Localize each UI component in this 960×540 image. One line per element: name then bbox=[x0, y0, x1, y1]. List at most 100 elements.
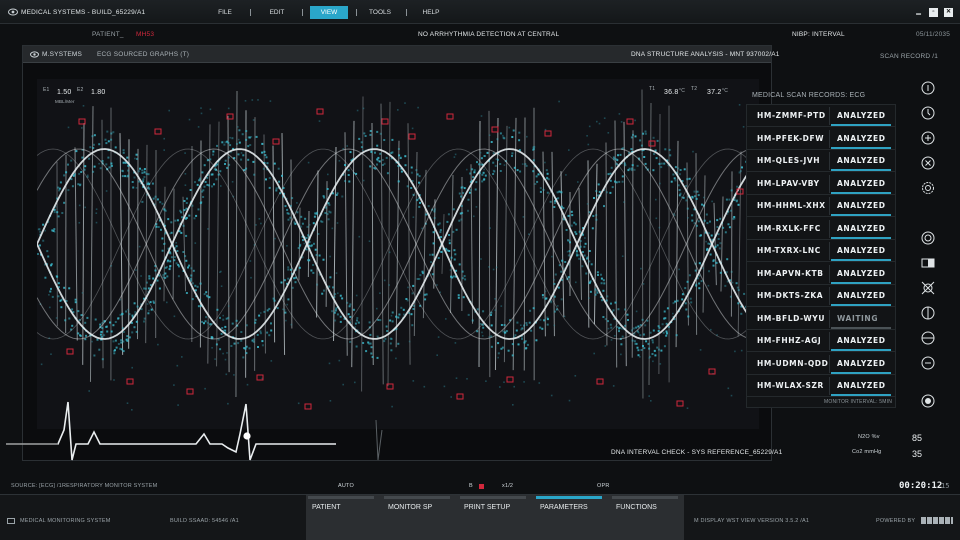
monitor-header: M.SYSTEMS ECG SOURCED GRAPHS (T) DNA STR… bbox=[23, 46, 779, 63]
cancel-icon[interactable] bbox=[920, 155, 936, 171]
phase-icon[interactable] bbox=[920, 305, 936, 321]
ecg-trace bbox=[6, 401, 383, 461]
interval-check-label: DNA INTERVAL CHECK - SYS REFERENCE_65229… bbox=[611, 449, 783, 456]
maximize-button[interactable]: ▫ bbox=[929, 8, 938, 17]
menu-view[interactable]: VIEW bbox=[310, 6, 348, 19]
record-row[interactable]: HM-HHML-XHX ANALYZED bbox=[747, 195, 895, 217]
record-row[interactable]: HM-WLAX-SZR ANALYZED bbox=[747, 375, 895, 397]
record-id: HM-QLES-JVH bbox=[757, 156, 821, 165]
record-id: HM-ZMMF-PTD bbox=[757, 111, 826, 120]
record-id: HM-PFEK-DFW bbox=[757, 133, 825, 143]
t2-value: 37.2 bbox=[707, 89, 722, 96]
split-view-icon[interactable] bbox=[920, 255, 936, 271]
record-status: ANALYZED bbox=[837, 156, 886, 165]
build-label: BUILD SSAAD: 54546 /A1 bbox=[170, 518, 239, 524]
record-status-bar bbox=[831, 349, 891, 351]
record-status-bar bbox=[831, 169, 891, 171]
menu-file[interactable]: FILE bbox=[214, 6, 236, 19]
t2-label: T2 bbox=[691, 86, 698, 92]
target-icon[interactable] bbox=[920, 230, 936, 246]
record-id: HM-DKTS-ZKA bbox=[757, 291, 824, 300]
record-id: HM-FHHZ-AGJ bbox=[757, 336, 822, 345]
menu-bar: MEDICAL SYSTEMS - BUILD_65229/A1 FILE ED… bbox=[0, 0, 960, 24]
record-status-bar bbox=[831, 304, 891, 306]
record-id: HM-HHML-XHX bbox=[757, 201, 826, 210]
record-row[interactable]: HM-FHHZ-AGJ ANALYZED bbox=[747, 330, 895, 352]
menu-help[interactable]: HELP bbox=[420, 6, 442, 19]
analysis-title: DNA STRUCTURE ANALYSIS - MNT 937002/A1 bbox=[631, 51, 780, 58]
records-title: MEDICAL SCAN RECORDS: ECG bbox=[752, 92, 866, 99]
record-row[interactable]: HM-APVN-KTB ANALYZED bbox=[747, 263, 895, 285]
record-row[interactable]: HM-LPAV-VBY ANALYZED bbox=[747, 173, 895, 195]
opr-button[interactable]: OPR bbox=[597, 483, 610, 489]
patient-value: MH53 bbox=[136, 31, 155, 38]
tab-parameters[interactable]: PARAMETERS bbox=[540, 500, 604, 516]
t1-value: 36.8 bbox=[664, 89, 679, 96]
record-row[interactable]: HM-PFEK-DFW ANALYZED bbox=[747, 128, 895, 150]
tab-indicator bbox=[612, 496, 678, 499]
timer-icon[interactable] bbox=[920, 105, 936, 121]
app-title: MEDICAL SYSTEMS - BUILD_65229/A1 bbox=[21, 9, 146, 16]
info-icon[interactable] bbox=[920, 80, 936, 96]
settings-icon[interactable] bbox=[920, 180, 936, 196]
e1-label: E1 bbox=[43, 87, 50, 93]
record-id: HM-RXLK-FFC bbox=[757, 223, 821, 233]
dna-visualization: E1 1.50 E2 1.80 MBL/Mer T1 36.8 °C T2 37… bbox=[37, 79, 759, 429]
record-status-bar bbox=[831, 236, 891, 239]
record-status-bar bbox=[831, 371, 891, 374]
record-id: HM-LPAV-VBY bbox=[757, 178, 820, 188]
record-status-bar bbox=[831, 326, 891, 329]
record-id: HM-APVN-KTB bbox=[757, 268, 824, 278]
record-status: ANALYZED bbox=[837, 111, 886, 120]
record-status: ANALYZED bbox=[837, 246, 886, 255]
record-row[interactable]: HM-ZMMF-PTD ANALYZED bbox=[747, 105, 895, 127]
record-row[interactable]: HM-BFLD-WYU WAITING bbox=[747, 308, 895, 330]
record-row[interactable]: HM-UDMN-QDD ANALYZED bbox=[747, 353, 895, 375]
minus-icon[interactable] bbox=[920, 355, 936, 371]
display-version: M DISPLAY WST VIEW VERSION 3.5.2 /A1 bbox=[694, 518, 810, 524]
record-row[interactable]: HM-TXRX-LNC ANALYZED bbox=[747, 240, 895, 262]
crossed-icon[interactable] bbox=[920, 280, 936, 296]
monitor-interval: MONITOR INTERVAL: 5MIN bbox=[824, 399, 893, 405]
record-status: ANALYZED bbox=[837, 358, 886, 368]
tab-patient[interactable]: PATIENT bbox=[312, 500, 376, 516]
record-icon[interactable] bbox=[920, 393, 936, 409]
date-label: 05/11/2035 bbox=[916, 31, 951, 38]
record-indicator bbox=[479, 484, 484, 489]
powered-by: POWERED BY bbox=[876, 518, 916, 524]
scan-record-label[interactable]: SCAN RECORD /1 bbox=[880, 53, 938, 60]
menu-edit[interactable]: EDIT bbox=[266, 6, 288, 19]
close-button[interactable]: ✕ bbox=[944, 8, 953, 17]
theta-icon[interactable] bbox=[920, 330, 936, 346]
record-status-bar bbox=[831, 146, 891, 149]
record-status: ANALYZED bbox=[837, 201, 886, 210]
t1-label: T1 bbox=[649, 86, 656, 92]
patient-label: PATIENT_ bbox=[92, 31, 124, 38]
ecg-cursor[interactable] bbox=[243, 432, 251, 440]
tab-monitor-sp[interactable]: MONITOR SP bbox=[388, 500, 452, 516]
n2o-value: 85 bbox=[912, 433, 923, 443]
record-row[interactable]: HM-DKTS-ZKA ANALYZED bbox=[747, 285, 895, 307]
t1-unit: °C bbox=[679, 88, 686, 94]
record-status-bar bbox=[831, 124, 891, 126]
auto-button[interactable]: AUTO bbox=[338, 483, 354, 489]
record-status: WAITING bbox=[837, 313, 879, 323]
nibp-status: NIBP: INTERVAL bbox=[792, 31, 845, 38]
record-id: HM-WLAX-SZR bbox=[757, 381, 824, 390]
tab-print-setup[interactable]: PRINT SETUP bbox=[464, 500, 528, 516]
status-row: PATIENT_ MH53 NO ARRHYTHMIA DETECTION AT… bbox=[0, 24, 960, 60]
record-status: ANALYZED bbox=[837, 291, 886, 300]
menu-tools[interactable]: TOOLS bbox=[368, 6, 392, 19]
tab-indicator bbox=[384, 496, 450, 499]
readout-unit: MBL/Mer bbox=[55, 99, 75, 104]
record-row[interactable]: HM-QLES-JVH ANALYZED bbox=[747, 150, 895, 172]
record-id: HM-TXRX-LNC bbox=[757, 246, 821, 255]
monitor-brand: M.SYSTEMS bbox=[42, 51, 83, 58]
graph-source-tab[interactable]: ECG SOURCED GRAPHS (T) bbox=[97, 51, 189, 58]
minimize-button[interactable]: ▁ bbox=[914, 8, 923, 17]
add-icon[interactable] bbox=[920, 130, 936, 146]
tab-functions[interactable]: FUNCTIONS bbox=[616, 500, 680, 516]
respiratory-label: RESPIRATORY MONITOR SYSTEM bbox=[62, 483, 158, 489]
record-row[interactable]: HM-RXLK-FFC ANALYZED bbox=[747, 218, 895, 240]
speed-control[interactable]: x1/2 bbox=[502, 483, 513, 489]
